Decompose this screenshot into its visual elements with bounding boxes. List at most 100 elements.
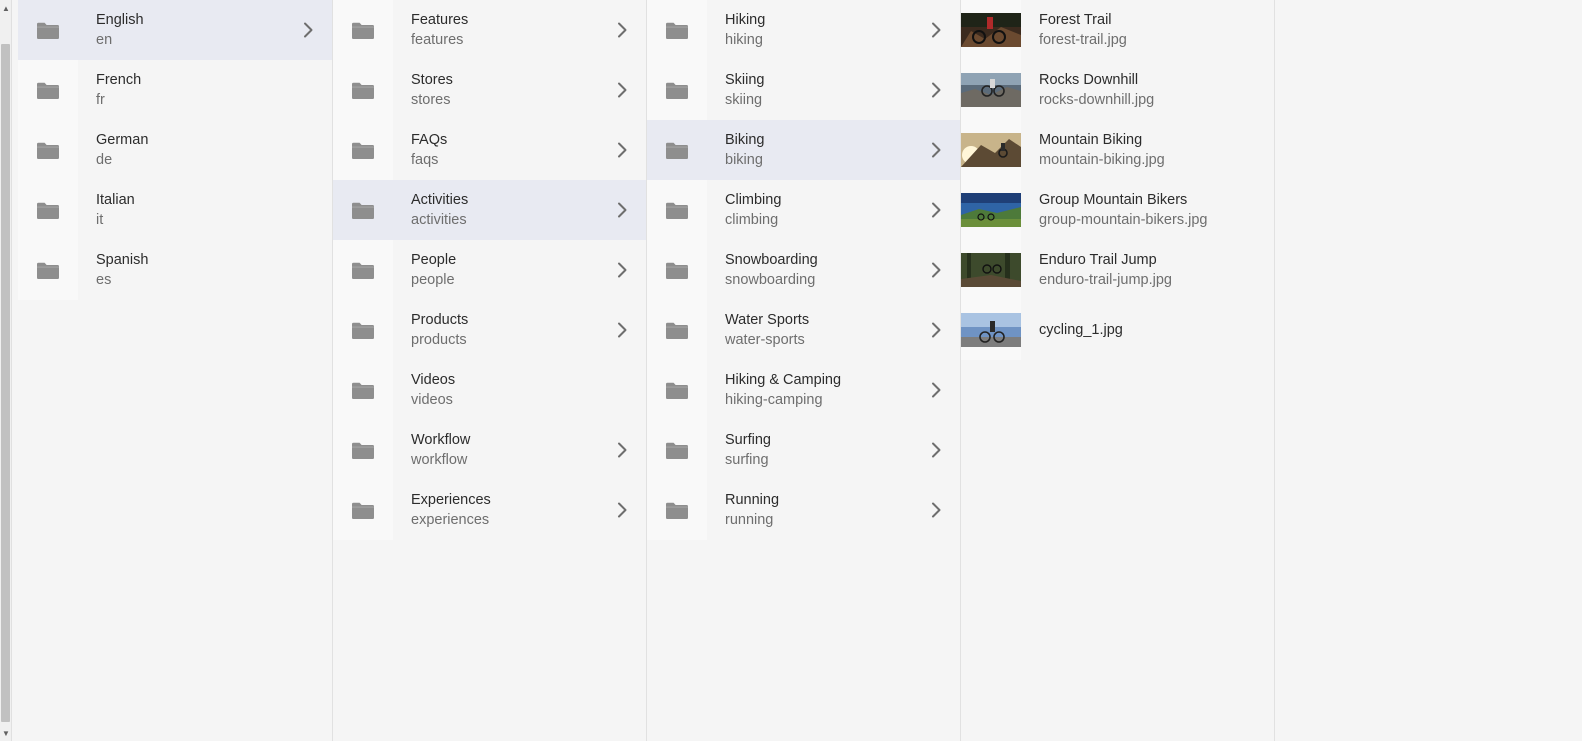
folder-item-biking[interactable]: Biking biking [647,120,960,180]
folder-thumbnail [333,180,393,240]
chevron-right-icon[interactable] [930,22,942,38]
item-name: surfing [725,452,769,468]
item-title: Hiking & Camping [725,372,842,388]
folder-icon [352,202,374,219]
vertical-scrollbar[interactable]: ▲ ▼ [0,0,12,741]
folder-item-it[interactable]: Italian it [18,180,332,240]
item-name: hiking-camping [725,392,823,408]
folder-thumbnail [647,60,707,120]
asset-item-group-mountain-bikers-jpg[interactable]: Group Mountain Bikers group-mountain-bike… [961,180,1274,240]
item-labels: Workflow workflow [411,430,470,470]
scrollbar-thumb[interactable] [1,44,10,722]
folder-icon [352,22,374,39]
asset-item-rocks-downhill-jpg[interactable]: Rocks Downhill rocks-downhill.jpg [961,60,1274,120]
chevron-right-icon[interactable] [616,22,628,38]
folder-icon [37,22,59,39]
chevron-right-icon[interactable] [616,202,628,218]
folder-icon [352,382,374,399]
column-4-assets: Forest Trail forest-trail.jpg Rocks Downhi… [961,0,1275,741]
folder-icon [352,262,374,279]
chevron-right-icon[interactable] [930,322,942,338]
item-labels: Mountain Biking mountain-biking.jpg [1039,130,1165,170]
item-name: water-sports [725,332,805,348]
chevron-right-icon[interactable] [616,142,628,158]
asset-item-forest-trail-jpg[interactable]: Forest Trail forest-trail.jpg [961,0,1274,60]
folder-thumbnail [18,60,78,120]
folder-item-products[interactable]: Products products [333,300,646,360]
folder-item-features[interactable]: Features features [333,0,646,60]
folder-thumbnail [647,0,707,60]
folder-item-experiences[interactable]: Experiences experiences [333,480,646,540]
folder-item-hiking[interactable]: Hiking hiking [647,0,960,60]
folder-item-snowboarding[interactable]: Snowboarding snowboarding [647,240,960,300]
folder-item-climbing[interactable]: Climbing climbing [647,180,960,240]
chevron-right-icon[interactable] [930,502,942,518]
folder-item-en[interactable]: English en [18,0,332,60]
chevron-right-icon[interactable] [930,442,942,458]
asset-item-cycling-1-jpg[interactable]: cycling_1.jpg [961,300,1274,360]
folder-icon [666,22,688,39]
chevron-right-icon[interactable] [616,502,628,518]
chevron-right-icon[interactable] [616,82,628,98]
item-name: climbing [725,212,779,228]
folder-thumbnail [647,300,707,360]
folder-item-activities[interactable]: Activities activities [333,180,646,240]
item-name: snowboarding [725,272,816,288]
item-title: Activities [411,192,469,208]
folder-item-faqs[interactable]: FAQs faqs [333,120,646,180]
chevron-right-icon[interactable] [930,262,942,278]
miller-columns: English en French fr German de Italian it Spanis… [18,0,1275,741]
folder-icon [666,142,688,159]
folder-thumbnail [647,480,707,540]
chevron-right-icon[interactable] [930,382,942,398]
folder-item-people[interactable]: People people [333,240,646,300]
item-labels: Running running [725,490,779,530]
item-title: Water Sports [725,312,810,328]
asset-item-enduro-trail-jump-jpg[interactable]: Enduro Trail Jump enduro-trail-jump.jpg [961,240,1274,300]
chevron-right-icon[interactable] [930,82,942,98]
folder-thumbnail [18,0,78,60]
item-labels: Forest Trail forest-trail.jpg [1039,10,1127,50]
folder-item-skiing[interactable]: Skiing skiing [647,60,960,120]
asset-title: Group Mountain Bikers [1039,192,1188,208]
scroll-down-arrow-icon[interactable]: ▼ [0,725,12,741]
folder-item-running[interactable]: Running running [647,480,960,540]
asset-title: Mountain Biking [1039,132,1143,148]
item-name: videos [411,392,453,408]
folder-item-fr[interactable]: French fr [18,60,332,120]
folder-item-workflow[interactable]: Workflow workflow [333,420,646,480]
item-title: Experiences [411,492,491,508]
scroll-up-arrow-icon[interactable]: ▲ [0,0,12,16]
asset-filename: forest-trail.jpg [1039,32,1127,48]
item-title: FAQs [411,132,448,148]
folder-item-hiking-camping[interactable]: Hiking & Camping hiking-camping [647,360,960,420]
item-labels: Videos videos [411,370,455,410]
chevron-right-icon[interactable] [302,22,314,38]
folder-item-stores[interactable]: Stores stores [333,60,646,120]
folder-icon [666,202,688,219]
folder-icon [352,82,374,99]
asset-item-mountain-biking-jpg[interactable]: Mountain Biking mountain-biking.jpg [961,120,1274,180]
item-title: People [411,252,457,268]
chevron-right-icon[interactable] [616,322,628,338]
chevron-right-icon[interactable] [616,442,628,458]
item-labels: Enduro Trail Jump enduro-trail-jump.jpg [1039,250,1172,290]
folder-icon [37,82,59,99]
asset-thumbnail-image [961,240,1021,300]
asset-thumbnail-image [961,300,1021,360]
asset-thumbnail-image [961,60,1021,120]
item-name: people [411,272,455,288]
folder-thumbnail [18,180,78,240]
folder-item-de[interactable]: German de [18,120,332,180]
asset-filename: mountain-biking.jpg [1039,152,1165,168]
folder-icon [666,442,688,459]
folder-item-surfing[interactable]: Surfing surfing [647,420,960,480]
chevron-right-icon[interactable] [616,262,628,278]
item-labels: FAQs faqs [411,130,447,170]
folder-item-videos[interactable]: Videos videos [333,360,646,420]
chevron-right-icon[interactable] [930,142,942,158]
chevron-right-icon[interactable] [930,202,942,218]
folder-item-water-sports[interactable]: Water Sports water-sports [647,300,960,360]
asset-thumbnail-image [961,180,1021,240]
folder-item-es[interactable]: Spanish es [18,240,332,300]
